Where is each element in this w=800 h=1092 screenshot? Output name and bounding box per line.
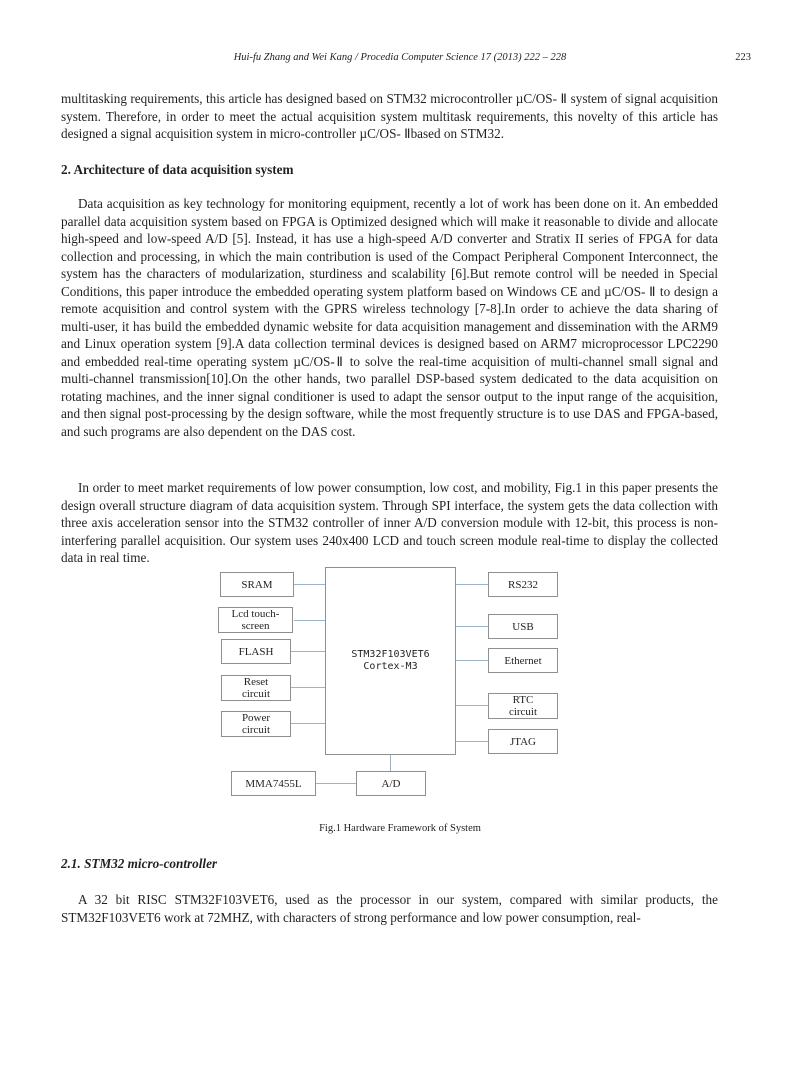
wire	[390, 754, 391, 771]
running-title: Hui-fu Zhang and Wei Kang / Procedia Com…	[233, 52, 567, 63]
wire	[455, 626, 488, 627]
subsection-heading: 2.1. STM32 micro-controller	[61, 856, 218, 871]
ad-converter-block: A/D	[356, 771, 426, 796]
wire	[294, 584, 325, 585]
lcd-touchscreen-block: Lcd touch-screen	[218, 607, 293, 633]
section-heading: 2. Architecture of data acquisition syst…	[61, 162, 294, 177]
wire	[291, 687, 325, 688]
cpu-core-label: Cortex-M3	[363, 661, 418, 672]
power-circuit-block: Power circuit	[221, 711, 291, 737]
body-paragraph: A 32 bit RISC STM32F103VET6, used as the…	[61, 892, 718, 925]
body-paragraph: Data acquisition as key technology for m…	[61, 196, 718, 439]
wire	[455, 705, 488, 706]
cpu-block: STM32F103VET6 Cortex-M3	[325, 567, 456, 755]
body-paragraph: In order to meet market requirements of …	[61, 480, 718, 565]
wire	[455, 584, 488, 585]
rtc-circuit-block: RTC circuit	[488, 693, 558, 719]
figure-caption: Fig.1 Hardware Framework of System	[319, 823, 481, 834]
sram-block: SRAM	[220, 572, 294, 597]
ethernet-block: Ethernet	[488, 648, 558, 673]
wire	[294, 620, 325, 621]
jtag-block: JTAG	[488, 729, 558, 754]
wire	[291, 651, 325, 652]
intro-paragraph: multitasking requirements, this article …	[61, 91, 718, 141]
reset-circuit-block: Reset circuit	[221, 675, 291, 701]
usb-block: USB	[488, 614, 558, 639]
wire	[455, 741, 488, 742]
mma7455l-block: MMA7455L	[231, 771, 316, 796]
wire	[455, 660, 488, 661]
flash-block: FLASH	[221, 639, 291, 664]
page-number: 223	[735, 52, 751, 63]
cpu-label: STM32F103VET6	[351, 649, 430, 660]
rs232-block: RS232	[488, 572, 558, 597]
wire	[291, 723, 325, 724]
wire	[316, 783, 356, 784]
